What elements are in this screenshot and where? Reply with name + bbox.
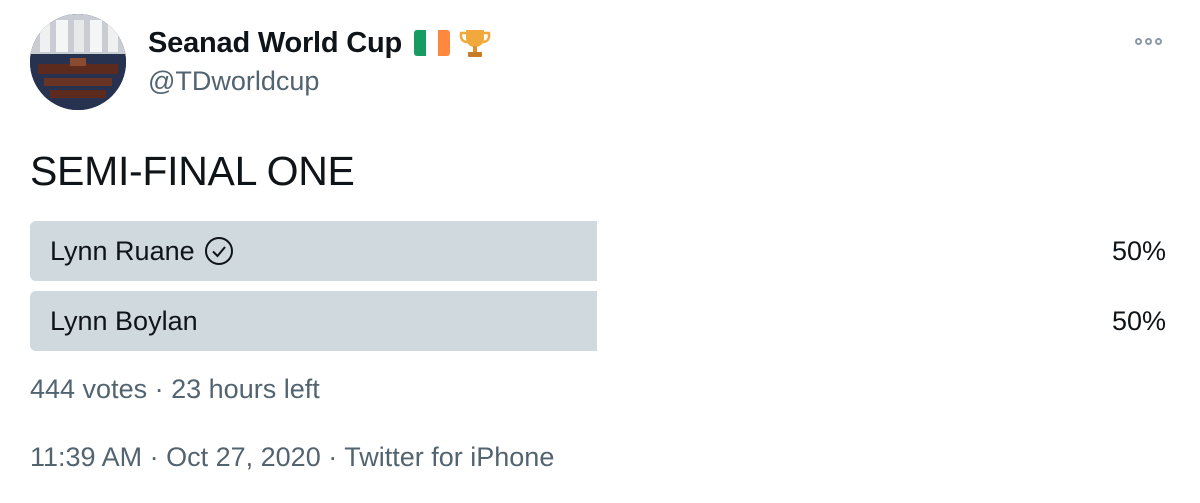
poll-option: Lynn Boylan 50%: [30, 291, 1170, 351]
check-circle-icon: [204, 237, 233, 265]
poll-option-label: Lynn Boylan: [50, 291, 198, 351]
separator: ·: [149, 442, 159, 472]
trophy-icon: [459, 30, 491, 57]
separator: ·: [154, 374, 164, 404]
separator: ·: [328, 442, 338, 472]
ireland-flag-icon: [414, 30, 451, 56]
poll-option: Lynn Ruane 50%: [30, 221, 1170, 281]
avatar[interactable]: [30, 14, 126, 110]
poll-meta: 444 votes · 23 hours left: [30, 374, 320, 405]
author-handle[interactable]: @TDworldcup: [148, 66, 319, 97]
tweet-time[interactable]: 11:39 AM: [30, 442, 142, 472]
tweet-text: SEMI-FINAL ONE: [30, 148, 355, 194]
author-display-name[interactable]: Seanad World Cup: [148, 27, 402, 60]
poll-time-left: 23 hours left: [171, 374, 320, 404]
tweet-source[interactable]: Twitter for iPhone: [344, 442, 554, 472]
tweet-date[interactable]: Oct 27, 2020: [166, 442, 321, 472]
tweet-timestamp-row: 11:39 AM · Oct 27, 2020 · Twitter for iP…: [30, 442, 554, 473]
poll-option-text: Lynn Ruane: [50, 235, 195, 266]
poll-option-text: Lynn Boylan: [50, 305, 198, 336]
author-name-row[interactable]: Seanad World Cup: [148, 26, 492, 60]
poll-option-percent: 50%: [1111, 305, 1166, 336]
more-options-icon[interactable]: [1135, 38, 1162, 45]
poll-option-percent: 50%: [1111, 235, 1166, 266]
poll-vote-count: 444 votes: [30, 374, 148, 404]
avatar-image: [30, 14, 126, 110]
poll-option-label: Lynn Ruane: [50, 221, 235, 281]
